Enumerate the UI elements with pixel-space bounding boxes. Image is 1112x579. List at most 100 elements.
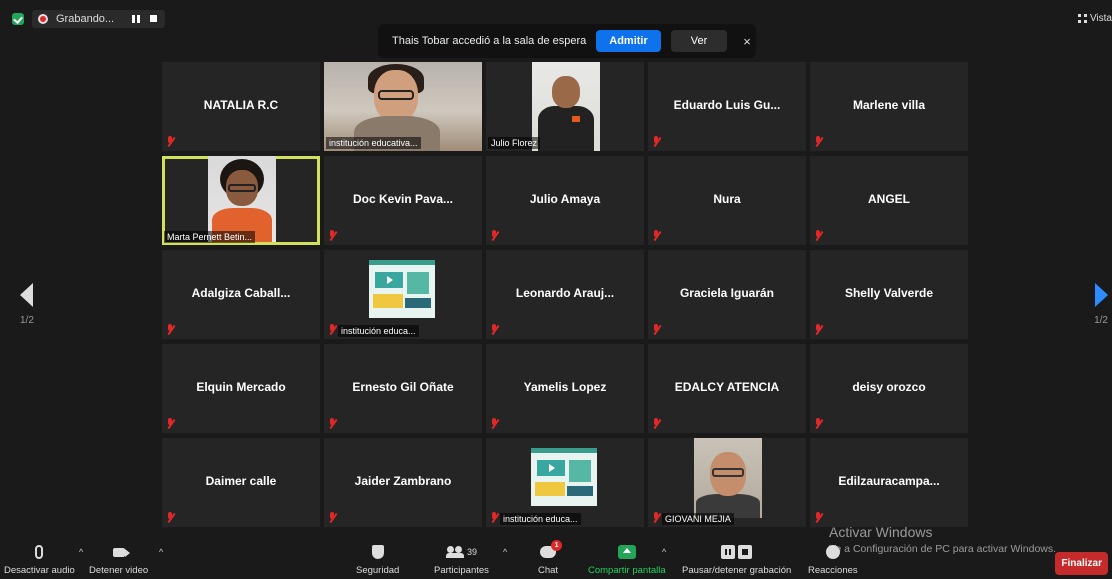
- participants-caret-icon[interactable]: ^: [503, 547, 507, 557]
- participant-video: [532, 62, 600, 151]
- share-screen-icon: [617, 545, 636, 559]
- participant-name: Julio Amaya: [529, 191, 601, 206]
- participant-tile[interactable]: Julio Amaya: [486, 156, 644, 245]
- participant-name: EDALCY ATENCIA: [674, 379, 780, 394]
- admit-button[interactable]: Admitir: [596, 30, 661, 52]
- security-button[interactable]: Seguridad: [356, 539, 399, 579]
- recording-status: Grabando...: [56, 13, 115, 25]
- participants-label: Participantes: [434, 565, 489, 576]
- participant-tile[interactable]: Graciela Iguarán: [648, 250, 806, 339]
- muted-mic-icon: [814, 136, 823, 147]
- muted-mic-icon: [328, 230, 337, 241]
- muted-mic-icon: [652, 230, 661, 241]
- muted-mic-icon: [328, 418, 337, 429]
- chat-button[interactable]: 1 Chat: [538, 539, 563, 579]
- participant-name: Marlene villa: [852, 97, 926, 112]
- share-options-caret-icon[interactable]: ^: [662, 547, 666, 557]
- participant-tile[interactable]: Yamelis Lopez: [486, 344, 644, 433]
- end-meeting-button[interactable]: Finalizar: [1055, 552, 1108, 575]
- arrow-right-icon[interactable]: [1094, 283, 1108, 307]
- participant-name: Nura: [713, 191, 741, 206]
- participant-tile[interactable]: Daimer calle: [162, 438, 320, 527]
- stop-recording-icon[interactable]: [150, 15, 158, 22]
- shared-slide-thumbnail: [369, 260, 435, 318]
- participant-label: Julio Florez: [488, 137, 541, 149]
- participant-label: GIOVANI MEJIA: [662, 513, 734, 525]
- participant-name: Yamelis Lopez: [523, 379, 607, 394]
- next-page-nav[interactable]: 1/2: [1094, 283, 1108, 326]
- close-icon[interactable]: ×: [737, 34, 757, 49]
- view-button[interactable]: Ver: [670, 30, 728, 52]
- participant-tile[interactable]: Doc Kevin Pava...: [324, 156, 482, 245]
- muted-mic-icon: [814, 512, 823, 523]
- view-button-top[interactable]: Vista: [1077, 13, 1112, 24]
- arrow-left-icon[interactable]: [20, 283, 34, 307]
- muted-mic-icon: [652, 418, 661, 429]
- reactions-button[interactable]: Reacciones: [808, 539, 858, 579]
- muted-mic-icon: [328, 324, 337, 335]
- previous-page-nav[interactable]: 1/2: [20, 283, 34, 326]
- participant-tile[interactable]: Eduardo Luis Gu...: [648, 62, 806, 151]
- muted-mic-icon: [490, 418, 499, 429]
- security-label: Seguridad: [356, 565, 400, 576]
- shared-slide-thumbnail: [531, 448, 597, 506]
- participant-name: Elquin Mercado: [196, 379, 286, 394]
- muted-mic-icon: [490, 230, 499, 241]
- participant-tile[interactable]: Julio Florez: [486, 62, 644, 151]
- participant-name: Eduardo Luis Gu...: [673, 97, 781, 112]
- video-camera-icon: [112, 547, 125, 557]
- muted-mic-icon: [490, 512, 499, 523]
- share-screen-button[interactable]: Compartir pantalla: [588, 539, 666, 579]
- participant-tile[interactable]: Elquin Mercado: [162, 344, 320, 433]
- muted-mic-icon: [814, 324, 823, 335]
- participant-name: ANGEL: [868, 191, 910, 206]
- participant-tile[interactable]: EDALCY ATENCIA: [648, 344, 806, 433]
- participant-tile[interactable]: Ernesto Gil Oñate: [324, 344, 482, 433]
- participant-gallery: NATALIA R.C institución educativa... Julio…: [162, 62, 970, 528]
- participant-tile[interactable]: Marlene villa: [810, 62, 968, 151]
- participant-name: Ernesto Gil Oñate: [352, 379, 454, 394]
- muted-mic-icon: [652, 324, 661, 335]
- microphone-icon: [35, 545, 44, 559]
- page-indicator-right: 1/2: [1094, 315, 1108, 326]
- participant-name: Edilzauracampa...: [838, 473, 940, 488]
- video-options-caret-icon[interactable]: ^: [159, 547, 163, 557]
- participant-tile[interactable]: institución educativa...: [324, 62, 482, 151]
- participant-tile[interactable]: institución educa...: [324, 250, 482, 339]
- participant-tile[interactable]: institución educa...: [486, 438, 644, 527]
- chat-icon: 1: [540, 540, 563, 558]
- reactions-smiley-icon: [825, 545, 840, 559]
- audio-options-caret-icon[interactable]: ^: [79, 547, 83, 557]
- muted-mic-icon: [814, 418, 823, 429]
- participant-tile[interactable]: Adalgiza Caball...: [162, 250, 320, 339]
- participant-tile[interactable]: Leonardo Arauj...: [486, 250, 644, 339]
- chat-label: Chat: [538, 565, 559, 576]
- participant-tile[interactable]: deisy orozco: [810, 344, 968, 433]
- muted-mic-icon: [166, 136, 175, 147]
- mute-button[interactable]: Desactivar audio: [4, 539, 75, 579]
- muted-mic-icon: [166, 418, 175, 429]
- participant-tile[interactable]: ANGEL: [810, 156, 968, 245]
- participant-tile[interactable]: Nura: [648, 156, 806, 245]
- participant-tile[interactable]: Jaider Zambrano: [324, 438, 482, 527]
- security-shield-icon: [371, 545, 384, 559]
- encryption-shield-icon[interactable]: [12, 13, 24, 25]
- participant-tile[interactable]: GIOVANI MEJIA: [648, 438, 806, 527]
- view-label: Vista: [1089, 13, 1112, 24]
- muted-mic-icon: [328, 512, 337, 523]
- notification-message: Thais Tobar accedió a la sala de espera: [392, 35, 587, 47]
- muted-mic-icon: [652, 136, 661, 147]
- participant-tile[interactable]: Marta Pernett Betin...: [162, 156, 320, 245]
- participant-name: Doc Kevin Pava...: [352, 191, 454, 206]
- participant-tile[interactable]: NATALIA R.C: [162, 62, 320, 151]
- pause-stop-recording-button[interactable]: Pausar/detener grabación: [682, 539, 791, 579]
- muted-mic-icon: [652, 512, 661, 523]
- muted-mic-icon: [166, 512, 175, 523]
- participants-button[interactable]: 39 Participantes: [434, 539, 489, 579]
- recording-label: Pausar/detener grabación: [682, 565, 792, 576]
- mute-label: Desactivar audio: [4, 565, 75, 576]
- participant-tile[interactable]: Shelly Valverde: [810, 250, 968, 339]
- stop-video-button[interactable]: Detener video: [89, 539, 148, 579]
- participant-tile[interactable]: Edilzauracampa...: [810, 438, 968, 527]
- pause-recording-icon[interactable]: [132, 15, 141, 23]
